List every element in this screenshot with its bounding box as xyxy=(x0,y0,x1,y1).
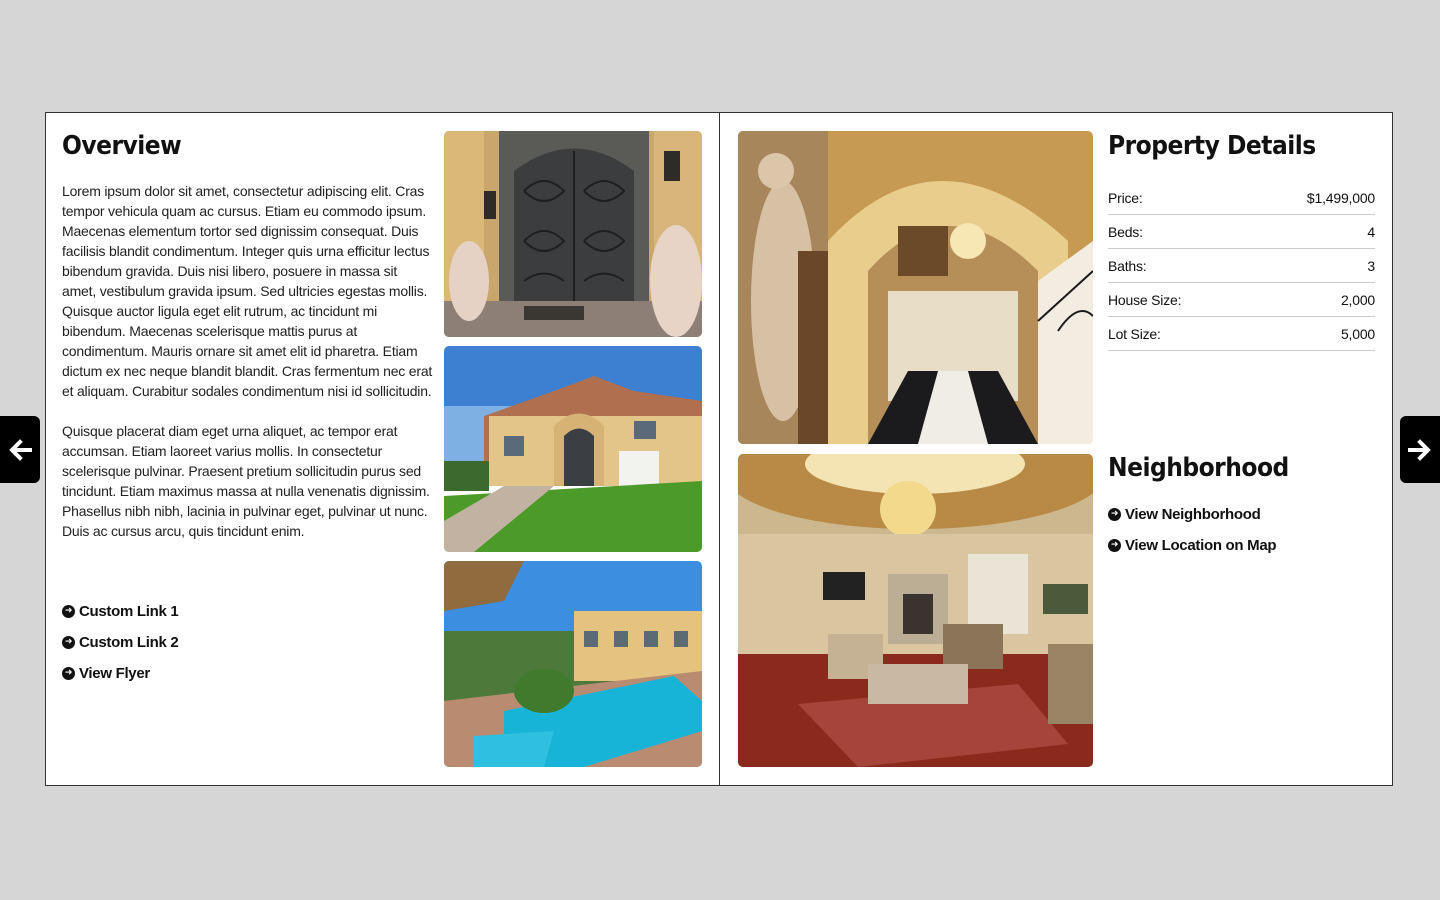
link-label: View Flyer xyxy=(79,665,150,682)
photo-pool[interactable] xyxy=(444,561,702,767)
view-neighborhood-link[interactable]: ➜ View Neighborhood xyxy=(1108,499,1276,530)
page-left: Overview Lorem ipsum dolor sit amet, con… xyxy=(46,113,719,785)
arrow-right-icon xyxy=(1408,438,1431,461)
detail-row-price: Price: $1,499,000 xyxy=(1108,181,1375,215)
circle-arrow-right-icon: ➜ xyxy=(62,636,75,649)
link-label: View Location on Map xyxy=(1125,537,1277,554)
detail-row-lot-size: Lot Size: 5,000 xyxy=(1108,317,1375,351)
flipbook: Overview Lorem ipsum dolor sit amet, con… xyxy=(45,112,1393,786)
property-details-title: Property Details xyxy=(1108,131,1316,161)
detail-value: 2,000 xyxy=(1340,291,1375,308)
detail-row-house-size: House Size: 2,000 xyxy=(1108,283,1375,317)
property-details-table: Price: $1,499,000 Beds: 4 Baths: 3 House… xyxy=(1108,181,1375,351)
photo-house-front[interactable] xyxy=(444,346,702,552)
previous-page-button[interactable] xyxy=(0,416,40,483)
view-flyer-link[interactable]: ➜ View Flyer xyxy=(62,658,178,689)
photo-entrance-gate[interactable] xyxy=(444,131,702,337)
overview-paragraph: Quisque placerat diam eget urna aliquet,… xyxy=(62,423,430,539)
next-page-button[interactable] xyxy=(1400,416,1440,483)
detail-label: Beds: xyxy=(1108,223,1143,240)
overview-links: ➜ Custom Link 1 ➜ Custom Link 2 ➜ View F… xyxy=(62,596,179,689)
detail-row-beds: Beds: 4 xyxy=(1108,215,1375,249)
neighborhood-links: ➜ View Neighborhood ➜ View Location on M… xyxy=(1108,499,1277,561)
arrow-left-icon xyxy=(9,438,32,461)
detail-row-baths: Baths: 3 xyxy=(1108,249,1375,283)
circle-arrow-right-icon: ➜ xyxy=(1108,539,1121,552)
link-label: Custom Link 2 xyxy=(79,634,179,651)
overview-paragraph: Lorem ipsum dolor sit amet, consectetur … xyxy=(62,183,433,399)
detail-value: 3 xyxy=(1367,257,1375,274)
detail-label: Lot Size: xyxy=(1108,325,1161,342)
detail-value: 5,000 xyxy=(1340,325,1375,342)
view-location-on-map-link[interactable]: ➜ View Location on Map xyxy=(1108,530,1277,561)
detail-value: 4 xyxy=(1367,223,1375,240)
photo-living-room[interactable] xyxy=(738,454,1093,767)
detail-label: House Size: xyxy=(1108,291,1182,308)
link-label: Custom Link 1 xyxy=(79,603,179,620)
link-label: View Neighborhood xyxy=(1125,506,1261,523)
overview-description: Lorem ipsum dolor sit amet, consectetur … xyxy=(62,181,434,561)
detail-value: $1,499,000 xyxy=(1306,189,1375,206)
custom-link-2[interactable]: ➜ Custom Link 2 xyxy=(62,627,179,658)
circle-arrow-right-icon: ➜ xyxy=(62,605,75,618)
photo-foyer[interactable] xyxy=(738,131,1093,444)
overview-title: Overview xyxy=(62,131,182,161)
custom-link-1[interactable]: ➜ Custom Link 1 xyxy=(62,596,179,627)
detail-label: Baths: xyxy=(1108,257,1147,274)
detail-label: Price: xyxy=(1108,189,1143,206)
circle-arrow-right-icon: ➜ xyxy=(62,667,75,680)
neighborhood-title: Neighborhood xyxy=(1108,453,1289,483)
page-right: Property Details Price: $1,499,000 Beds:… xyxy=(720,113,1392,785)
circle-arrow-right-icon: ➜ xyxy=(1108,508,1121,521)
